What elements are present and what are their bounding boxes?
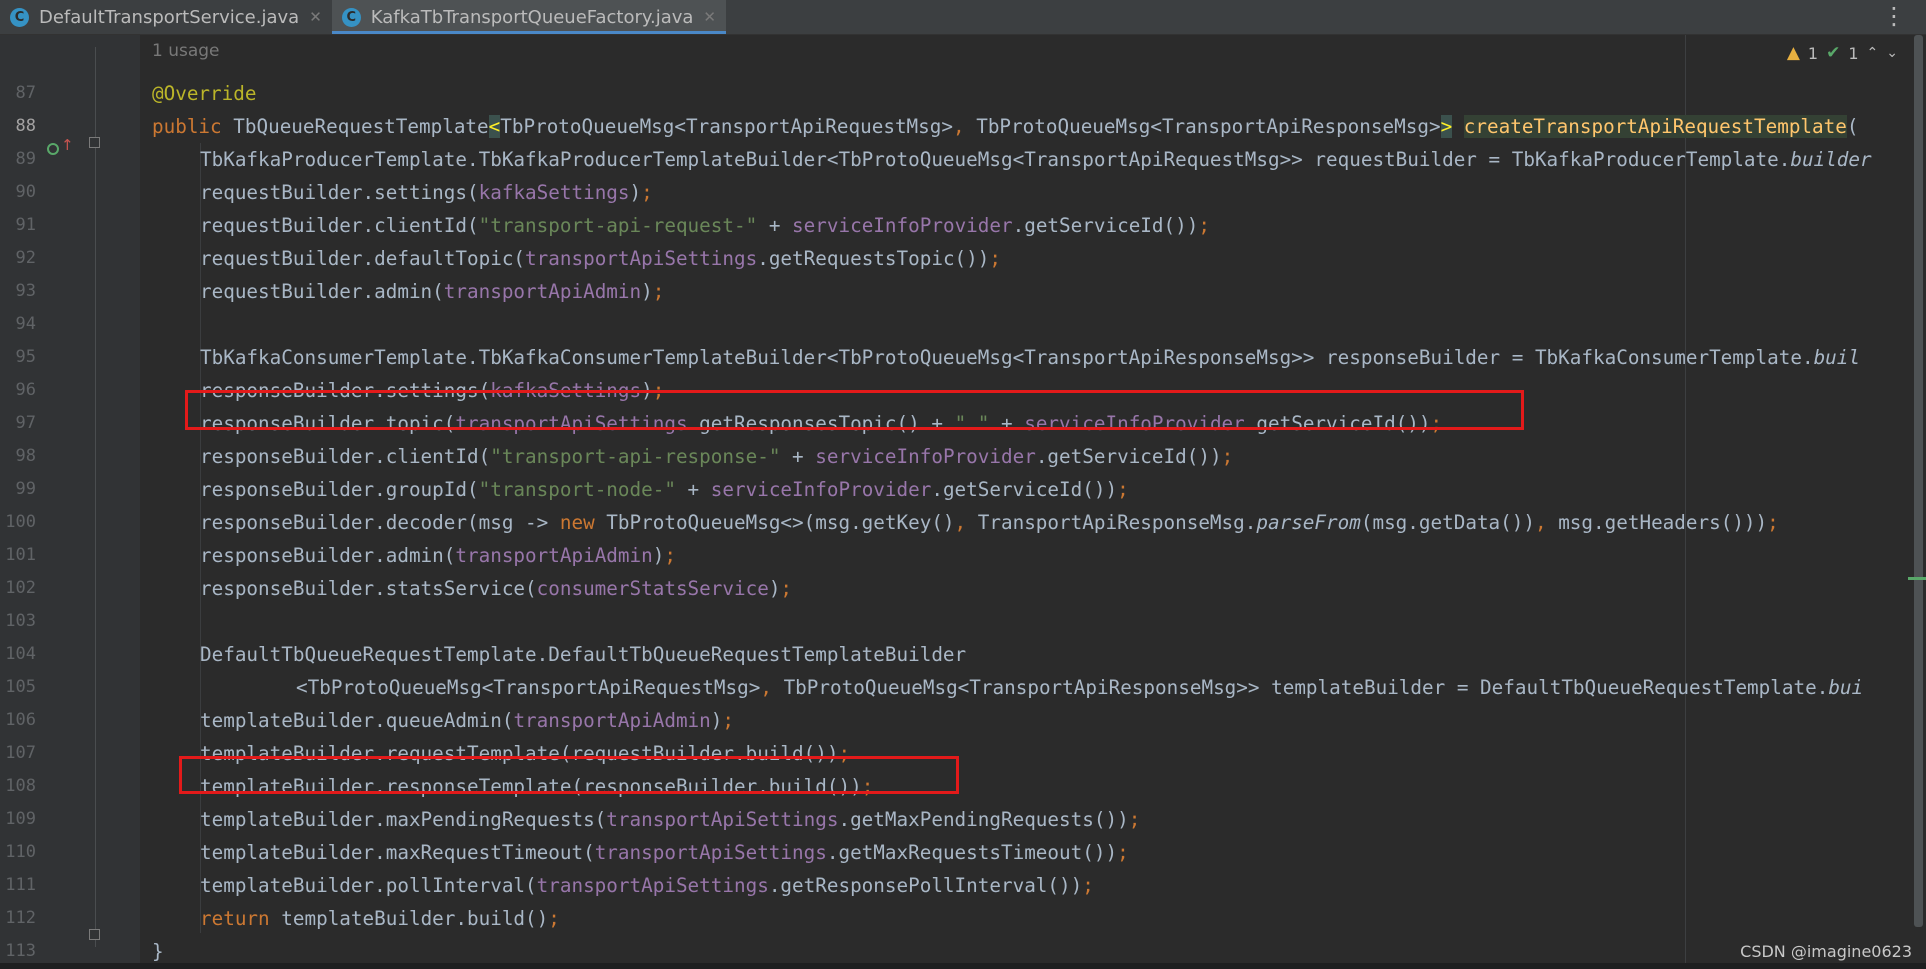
- line-number: 97: [15, 413, 36, 433]
- tab-kafka-tb-transport-queue-factory[interactable]: C KafkaTbTransportQueueFactory.java ✕: [331, 0, 727, 34]
- close-icon[interactable]: ✕: [703, 8, 716, 26]
- usage-hint[interactable]: 1 usage: [152, 35, 220, 68]
- checkmark-icon: ✔: [1826, 43, 1841, 63]
- code-line-88: public TbQueueRequestTemplate<TbProtoQue…: [152, 115, 1859, 138]
- code-editor[interactable]: 87 88 89 90 91 92 93 94 95 96 97 98 99 1…: [0, 35, 1926, 969]
- code-line-95: TbKafkaConsumerTemplate.TbKafkaConsumerT…: [200, 346, 1860, 369]
- code-line-102: responseBuilder.statsService(consumerSta…: [200, 577, 793, 600]
- line-number: 91: [15, 215, 36, 235]
- code-line-112: return templateBuilder.build();: [200, 907, 560, 930]
- line-number: 87: [15, 83, 36, 103]
- tab-label: DefaultTransportService.java: [39, 6, 300, 28]
- line-number: 107: [5, 743, 36, 763]
- editor-tab-bar: C DefaultTransportService.java ✕ C Kafka…: [0, 0, 1926, 35]
- code-line-92: requestBuilder.defaultTopic(transportApi…: [200, 247, 1001, 270]
- warning-count: 1: [1807, 43, 1819, 63]
- code-line-93: requestBuilder.admin(transportApiAdmin);: [200, 280, 665, 303]
- line-number: 110: [5, 842, 36, 862]
- line-number: 90: [15, 182, 36, 202]
- code-line-105: <TbProtoQueueMsg<TransportApiRequestMsg>…: [296, 676, 1864, 699]
- highlight-box-line-108: [179, 756, 959, 794]
- line-number: 102: [5, 578, 36, 598]
- line-number: 108: [5, 776, 36, 796]
- code-line-111: templateBuilder.pollInterval(transportAp…: [200, 874, 1094, 897]
- inspection-widget[interactable]: ▲ 1 ✔ 1 ⌃ ⌄: [1787, 43, 1898, 63]
- java-class-icon: C: [10, 7, 29, 27]
- tab-label: KafkaTbTransportQueueFactory.java: [370, 6, 694, 28]
- weak-warning-count: 1: [1848, 43, 1859, 63]
- line-number: 101: [5, 545, 36, 565]
- line-number: 105: [5, 677, 36, 697]
- code-line-109: templateBuilder.maxPendingRequests(trans…: [200, 808, 1141, 831]
- implements-method-icon[interactable]: [47, 143, 59, 155]
- warning-triangle-icon: ▲: [1786, 43, 1800, 63]
- vertical-scrollbar[interactable]: [1912, 35, 1926, 969]
- watermark: CSDN @imagine0623: [1740, 942, 1912, 961]
- fold-icon[interactable]: [89, 137, 100, 148]
- line-number: 99: [15, 479, 36, 499]
- close-icon[interactable]: ✕: [309, 8, 322, 26]
- line-number: 94: [15, 314, 36, 334]
- line-number: 93: [15, 281, 36, 301]
- override-arrow-icon[interactable]: ↑: [61, 136, 74, 154]
- line-number: 100: [5, 512, 36, 532]
- chevron-down-icon[interactable]: ⌄: [1886, 45, 1898, 61]
- line-number: 96: [15, 380, 36, 400]
- line-number: 103: [5, 611, 36, 631]
- more-vertical-icon[interactable]: ⋮: [1882, 2, 1906, 30]
- chevron-up-icon[interactable]: ⌃: [1867, 45, 1879, 61]
- line-number: 111: [5, 875, 36, 895]
- line-number: 92: [15, 248, 36, 268]
- code-area[interactable]: 1 usage @Override public TbQueueRequestT…: [140, 35, 1912, 969]
- line-number: 109: [5, 809, 36, 829]
- tab-default-transport-service[interactable]: C DefaultTransportService.java ✕: [0, 0, 332, 34]
- code-line-104: DefaultTbQueueRequestTemplate.DefaultTbQ…: [200, 643, 967, 666]
- bottom-strip: [0, 963, 1926, 969]
- code-line-100: responseBuilder.decoder(msg -> new TbPro…: [200, 511, 1779, 534]
- code-line-89: TbKafkaProducerTemplate.TbKafkaProducerT…: [200, 148, 1872, 171]
- change-marker: [1908, 577, 1926, 580]
- code-line-101: responseBuilder.admin(transportApiAdmin)…: [200, 544, 676, 567]
- code-line-99: responseBuilder.groupId("transport-node-…: [200, 478, 1129, 501]
- code-line-106: templateBuilder.queueAdmin(transportApiA…: [200, 709, 734, 732]
- line-number: 95: [15, 347, 36, 367]
- line-number: 104: [5, 644, 36, 664]
- line-number: 98: [15, 446, 36, 466]
- code-line-87: @Override: [152, 82, 257, 105]
- line-number-gutter: 87 88 89 90 91 92 93 94 95 96 97 98 99 1…: [0, 35, 140, 969]
- fold-icon[interactable]: [89, 929, 100, 940]
- code-line-110: templateBuilder.maxRequestTimeout(transp…: [200, 841, 1129, 864]
- line-number: 106: [5, 710, 36, 730]
- code-line-90: requestBuilder.settings(kafkaSettings);: [200, 181, 653, 204]
- java-class-icon: C: [341, 7, 361, 27]
- fold-guide: [95, 47, 96, 947]
- highlight-box-line-97: [185, 390, 1524, 430]
- line-number: 112: [5, 908, 36, 928]
- code-line-98: responseBuilder.clientId("transport-api-…: [200, 445, 1234, 468]
- line-number: 88: [15, 116, 36, 136]
- line-number: 89: [15, 149, 36, 169]
- code-line-91: requestBuilder.clientId("transport-api-r…: [200, 214, 1210, 237]
- scrollbar-thumb[interactable]: [1914, 35, 1923, 927]
